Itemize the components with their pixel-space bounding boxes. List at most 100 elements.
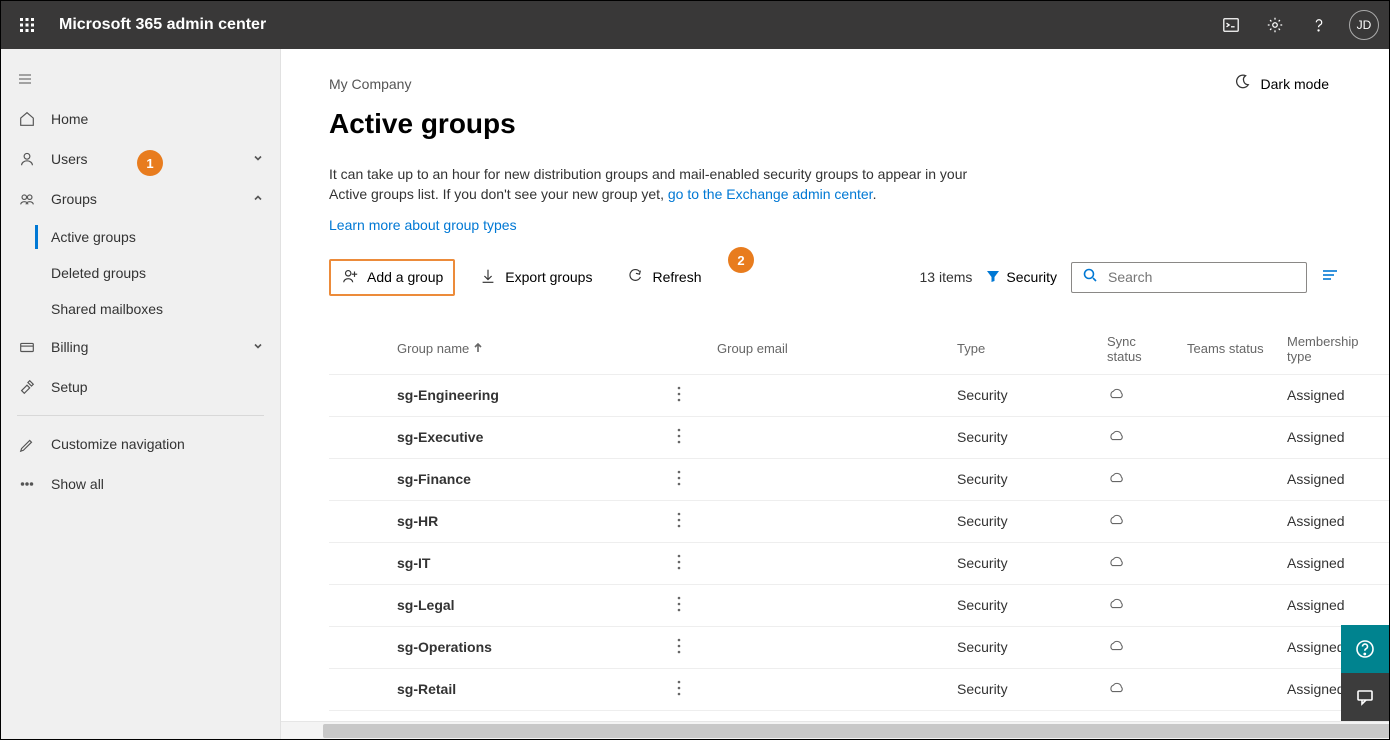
cell-group-email [709,374,949,416]
cell-teams-status [1179,542,1279,584]
page-title: Active groups [329,108,1389,140]
table-row[interactable]: sg-RetailSecurityAssigned [329,668,1389,710]
table-row[interactable]: sg-ExecutiveSecurityAssigned [329,416,1389,458]
cell-group-email [709,458,949,500]
nav-deleted-groups[interactable]: Deleted groups [1,255,280,291]
download-icon [479,267,497,288]
row-menu-icon[interactable] [669,668,709,710]
cmd-label: Export groups [505,269,592,285]
shell-prompt-icon[interactable] [1211,5,1251,45]
nav-show-all[interactable]: Show all [1,464,280,504]
table-row[interactable]: sg-OperationsSecurityAssigned [329,626,1389,668]
search-box[interactable] [1071,262,1307,293]
row-menu-icon[interactable] [669,542,709,584]
col-select [329,324,389,375]
nav-home[interactable]: Home [1,99,280,139]
table-row[interactable]: sg-LegalSecurityAssigned [329,584,1389,626]
refresh-icon [626,267,644,288]
cell-sync-status [1099,458,1179,500]
col-type[interactable]: Type [949,324,1099,375]
feedback-button[interactable] [1341,673,1389,721]
main-content: My Company Dark mode Active groups It ca… [281,49,1389,739]
cell-group-name[interactable]: sg-IT [389,542,669,584]
col-teams-status[interactable]: Teams status [1179,324,1279,375]
add-group-button[interactable]: Add a group [329,259,455,296]
annotation-callout-2: 2 [728,247,754,273]
billing-icon [17,337,37,357]
cell-teams-status [1179,374,1279,416]
nav-billing[interactable]: Billing [1,327,280,367]
cell-group-name[interactable]: sg-Operations [389,626,669,668]
nav-groups[interactable]: Groups [1,179,280,219]
export-groups-button[interactable]: Export groups [469,261,602,294]
row-menu-icon[interactable] [669,500,709,542]
nav-label: Customize navigation [51,436,185,452]
cell-group-name[interactable]: sg-HR [389,500,669,542]
list-options-icon[interactable] [1321,268,1339,287]
cell-membership: Assigned [1279,416,1389,458]
row-menu-icon[interactable] [669,584,709,626]
cell-teams-status [1179,584,1279,626]
col-membership-type[interactable]: Membership type [1279,324,1389,375]
help-icon[interactable] [1299,5,1339,45]
refresh-button[interactable]: Refresh [616,261,711,294]
settings-icon[interactable] [1255,5,1295,45]
row-menu-icon[interactable] [669,458,709,500]
help-panel-button[interactable] [1341,625,1389,673]
table-row[interactable]: sg-HRSecurityAssigned [329,500,1389,542]
table-row[interactable]: sg-EngineeringSecurityAssigned [329,374,1389,416]
nav-label: Show all [51,476,104,492]
scrollbar-thumb[interactable] [323,724,1389,738]
chevron-up-icon [252,191,264,207]
cell-group-name[interactable]: sg-Retail [389,668,669,710]
cell-sync-status [1099,500,1179,542]
nav-divider [17,415,264,416]
item-count: 13 items [920,269,973,285]
dark-mode-label: Dark mode [1261,76,1329,92]
exchange-admin-link[interactable]: go to the Exchange admin center [668,186,873,202]
cell-group-email [709,500,949,542]
user-avatar[interactable]: JD [1349,10,1379,40]
command-bar: Add a group Export groups Refresh 13 ite… [329,259,1389,296]
cell-group-name[interactable]: sg-Executive [389,416,669,458]
cell-group-email [709,584,949,626]
col-sync-status[interactable]: Sync status [1099,324,1179,375]
learn-more-link[interactable]: Learn more about group types [329,217,1389,233]
nav-setup[interactable]: Setup [1,367,280,407]
app-launcher-icon[interactable] [11,9,43,41]
row-menu-icon[interactable] [669,626,709,668]
cell-membership: Assigned [1279,458,1389,500]
moon-icon [1233,73,1251,94]
cell-type: Security [949,542,1099,584]
app-header: Microsoft 365 admin center JD [1,1,1389,49]
col-group-email[interactable]: Group email [709,324,949,375]
filter-chip[interactable]: Security [986,269,1057,286]
cell-type: Security [949,626,1099,668]
ellipsis-icon [17,474,37,494]
nav-customize[interactable]: Customize navigation [1,424,280,464]
cell-teams-status [1179,416,1279,458]
table-row[interactable]: sg-FinanceSecurityAssigned [329,458,1389,500]
header-title: Microsoft 365 admin center [59,16,266,34]
table-row[interactable]: sg-ITSecurityAssigned [329,542,1389,584]
nav-collapse-icon[interactable] [1,59,49,99]
groups-table: Group name Group email Type Sync status … [329,324,1389,721]
nav-active-groups[interactable]: Active groups [1,219,280,255]
cell-group-name[interactable]: sg-Finance [389,458,669,500]
cell-sync-status [1099,542,1179,584]
cell-sync-status [1099,374,1179,416]
search-icon [1082,267,1098,288]
horizontal-scrollbar[interactable] [281,721,1389,739]
cell-group-name[interactable]: sg-Legal [389,584,669,626]
edit-icon [17,434,37,454]
cell-group-email [709,668,949,710]
cell-teams-status [1179,626,1279,668]
nav-shared-mailboxes[interactable]: Shared mailboxes [1,291,280,327]
search-input[interactable] [1108,269,1296,285]
dark-mode-toggle[interactable]: Dark mode [1233,73,1329,94]
col-group-name[interactable]: Group name [389,324,669,375]
cell-group-name[interactable]: sg-Engineering [389,374,669,416]
cell-type: Security [949,374,1099,416]
row-menu-icon[interactable] [669,374,709,416]
row-menu-icon[interactable] [669,416,709,458]
